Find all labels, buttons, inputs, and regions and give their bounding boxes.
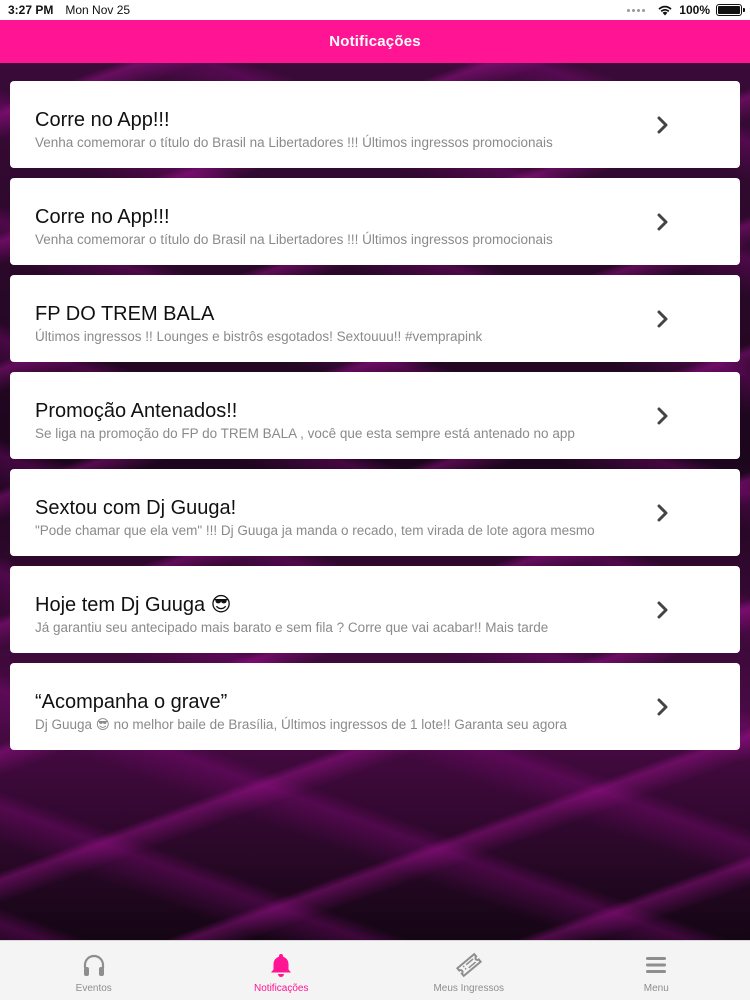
- notification-body: Venha comemorar o título do Brasil na Li…: [35, 232, 553, 247]
- notification-card[interactable]: Promoção Antenados!! Se liga na promoção…: [10, 372, 740, 459]
- tab-label: Meus Ingressos: [433, 983, 505, 994]
- notification-title: Sextou com Dj Guuga!: [35, 497, 237, 519]
- status-time: 3:27 PM: [8, 3, 54, 17]
- menu-icon: [646, 957, 667, 973]
- notification-body: Últimos ingressos !! Lounges e bistrôs e…: [35, 329, 483, 344]
- notification-title: Promoção Antenados!!: [35, 400, 238, 422]
- tab-menu[interactable]: Menu: [563, 941, 750, 1000]
- tab-bar: Eventos Notificações Meus Ingressos Menu: [0, 940, 750, 1000]
- nav-header: Notificações: [0, 20, 750, 63]
- battery-percent: 100%: [679, 3, 710, 17]
- chevron-right-icon: [657, 213, 668, 231]
- notification-body: Já garantiu seu antecipado mais barato e…: [35, 620, 549, 635]
- notification-body: Venha comemorar o título do Brasil na Li…: [35, 135, 553, 150]
- page-title: Notificações: [329, 33, 421, 50]
- notification-title: Hoje tem Dj Guuga 😎: [35, 594, 232, 616]
- notification-body: "Pode chamar que ela vem" !!! Dj Guuga j…: [35, 523, 595, 538]
- notification-content[interactable]: Corre no App!!! Venha comemorar o título…: [0, 63, 750, 940]
- notification-card[interactable]: Corre no App!!! Venha comemorar o título…: [10, 81, 740, 168]
- notification-card[interactable]: FP DO TREM BALA Últimos ingressos !! Lou…: [10, 275, 740, 362]
- chevron-right-icon: [657, 116, 668, 134]
- notification-body: Dj Guuga 😎 no melhor baile de Brasília, …: [35, 717, 567, 732]
- notification-card[interactable]: “Acompanha o grave” Dj Guuga 😎 no melhor…: [10, 663, 740, 750]
- chevron-right-icon: [657, 310, 668, 328]
- tab-meus-ingressos[interactable]: Meus Ingressos: [375, 941, 563, 1000]
- chevron-right-icon: [657, 504, 668, 522]
- tab-label: Eventos: [75, 983, 112, 994]
- notification-title: FP DO TREM BALA: [35, 303, 215, 325]
- notification-list: Corre no App!!! Venha comemorar o título…: [10, 81, 740, 750]
- wifi-icon: [658, 5, 672, 16]
- battery-icon: [716, 4, 745, 16]
- notification-title: Corre no App!!!: [35, 109, 170, 131]
- notification-title: “Acompanha o grave”: [35, 691, 228, 713]
- tab-label: Notificações: [254, 983, 309, 994]
- tab-eventos[interactable]: Eventos: [0, 941, 188, 1000]
- status-bar: 3:27 PM Mon Nov 25 100%: [0, 0, 750, 20]
- chevron-right-icon: [657, 407, 668, 425]
- notification-card[interactable]: Hoje tem Dj Guuga 😎 Já garantiu seu ante…: [10, 566, 740, 653]
- notification-body: Se liga na promoção do FP do TREM BALA ,…: [35, 426, 575, 441]
- chevron-right-icon: [657, 601, 668, 619]
- status-date: Mon Nov 25: [65, 3, 131, 17]
- bell-icon: [271, 954, 292, 977]
- ticket-icon: [455, 952, 482, 978]
- tab-label: Menu: [643, 983, 669, 994]
- notification-card[interactable]: Corre no App!!! Venha comemorar o título…: [10, 178, 740, 265]
- notification-card[interactable]: Sextou com Dj Guuga! "Pode chamar que el…: [10, 469, 740, 556]
- multitasking-dots-icon: [627, 8, 646, 12]
- tab-notificacoes[interactable]: Notificações: [188, 941, 376, 1000]
- notification-title: Corre no App!!!: [35, 206, 170, 228]
- headphones-icon: [83, 954, 104, 976]
- chevron-right-icon: [657, 698, 668, 716]
